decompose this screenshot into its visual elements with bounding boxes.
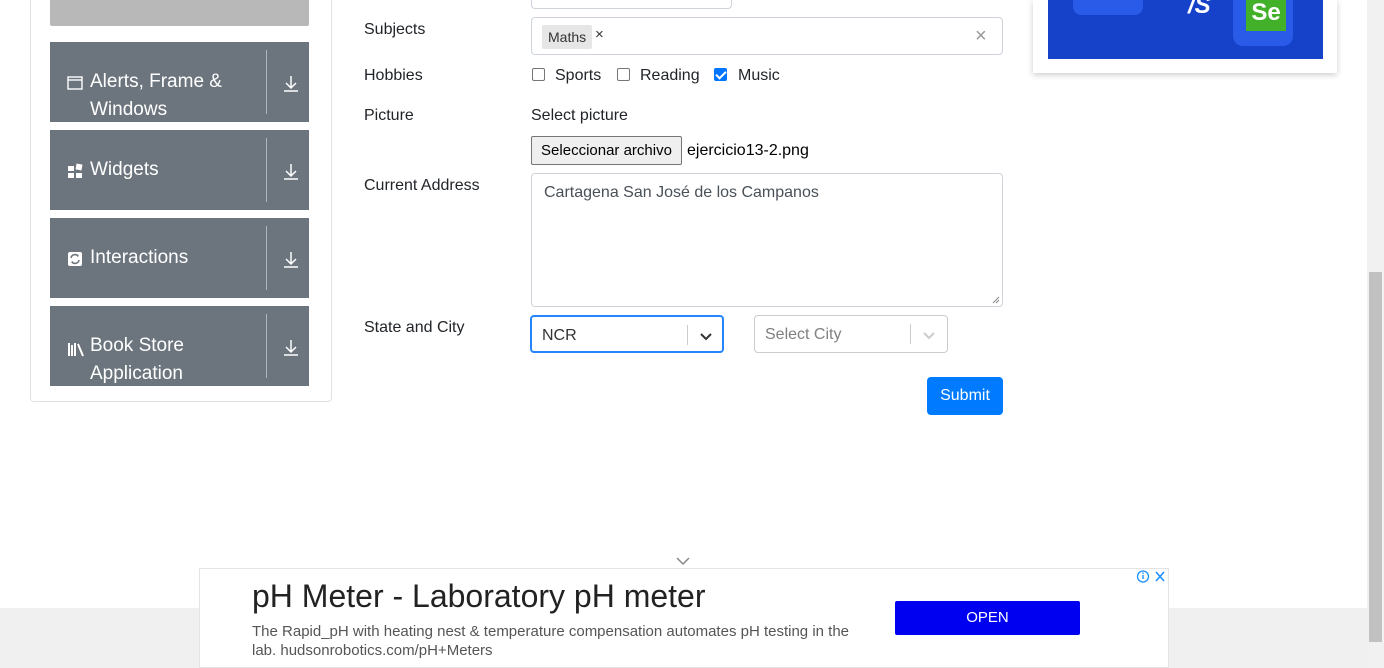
state-select[interactable]: NCR xyxy=(530,315,724,353)
divider xyxy=(687,325,688,345)
current-address-label: Current Address xyxy=(364,177,480,194)
sidebar-group-label: Interactions xyxy=(90,247,189,268)
select-picture-label: Select picture xyxy=(531,107,628,124)
sidebar-group-collapsed[interactable] xyxy=(50,0,309,26)
file-name: ejercicio13-2.png xyxy=(687,142,809,159)
ad-open-button[interactable]: OPEN xyxy=(895,601,1080,635)
hobbies-label: Hobbies xyxy=(364,67,423,84)
sidebar-group-label: Book Store Application xyxy=(90,335,184,384)
books-icon xyxy=(68,343,84,357)
download-arrow-icon[interactable] xyxy=(283,339,299,357)
divider xyxy=(910,324,911,344)
picture-label: Picture xyxy=(364,107,414,124)
sidebar-group-interactions[interactable]: Interactions xyxy=(50,218,309,298)
ad-description: The Rapid_pH with heating nest & tempera… xyxy=(252,623,850,659)
chevron-down-icon[interactable] xyxy=(676,556,690,566)
ad-banner-bottom[interactable]: pH Meter - Laboratory pH meter The Rapid… xyxy=(199,568,1169,668)
ad-title[interactable]: pH Meter - Laboratory pH meter xyxy=(252,578,706,615)
city-select[interactable]: Select City xyxy=(754,315,948,353)
divider xyxy=(266,314,267,378)
sidebar-group-label: Alerts, Frame & Windows xyxy=(90,71,222,120)
divider xyxy=(266,226,267,290)
hobby-checkbox-reading[interactable] xyxy=(617,68,630,81)
ad-vs-text: /S xyxy=(1188,0,1211,19)
download-arrow-icon[interactable] xyxy=(283,251,299,269)
interactions-icon xyxy=(68,252,82,266)
widgets-icon xyxy=(68,163,83,178)
state-city-label: State and City xyxy=(364,319,465,336)
download-arrow-icon[interactable] xyxy=(283,163,299,181)
hobby-label-music[interactable]: Music xyxy=(738,67,780,85)
remove-chip-icon[interactable]: × xyxy=(595,26,604,43)
ad-choices-icon[interactable] xyxy=(1136,569,1168,584)
previous-input-field[interactable] xyxy=(531,0,732,9)
hobby-label-sports[interactable]: Sports xyxy=(555,67,601,85)
selenium-logo: Se xyxy=(1246,0,1286,31)
choose-file-button[interactable]: Seleccionar archivo xyxy=(531,136,682,165)
chevron-down-icon[interactable] xyxy=(922,328,936,342)
scrollbar-thumb[interactable] xyxy=(1369,272,1382,642)
city-placeholder: Select City xyxy=(765,326,842,343)
page-scrollbar[interactable] xyxy=(1367,0,1384,668)
sidebar-group-alerts[interactable]: Alerts, Frame & Windows xyxy=(50,42,309,122)
current-address-textarea[interactable]: Cartagena San José de los Campanos xyxy=(531,173,1003,307)
subjects-input[interactable]: Maths × × xyxy=(531,17,1003,55)
clear-icon[interactable]: × xyxy=(975,25,987,48)
hobby-checkbox-music[interactable] xyxy=(714,68,727,81)
resize-handle-icon[interactable] xyxy=(992,296,1000,304)
divider xyxy=(266,50,267,114)
hobby-label-reading[interactable]: Reading xyxy=(640,67,700,85)
subjects-label: Subjects xyxy=(364,21,426,38)
window-icon xyxy=(67,76,83,90)
ad-image[interactable]: /S Se xyxy=(1048,0,1323,59)
ad-banner-top[interactable]: /S Se xyxy=(1033,0,1337,73)
address-value: Cartagena San José de los Campanos xyxy=(544,184,819,201)
state-value: NCR xyxy=(542,327,577,344)
subject-chip: Maths xyxy=(542,25,593,49)
submit-button[interactable]: Submit xyxy=(927,377,1003,415)
divider xyxy=(266,138,267,202)
chevron-down-icon[interactable] xyxy=(699,329,713,343)
hobby-checkbox-sports[interactable] xyxy=(532,68,545,81)
sidebar-group-widgets[interactable]: Widgets xyxy=(50,130,309,210)
download-arrow-icon[interactable] xyxy=(283,75,299,93)
sidebar-group-label: Widgets xyxy=(90,159,159,180)
sidebar-group-book-store[interactable]: Book Store Application xyxy=(50,306,309,386)
